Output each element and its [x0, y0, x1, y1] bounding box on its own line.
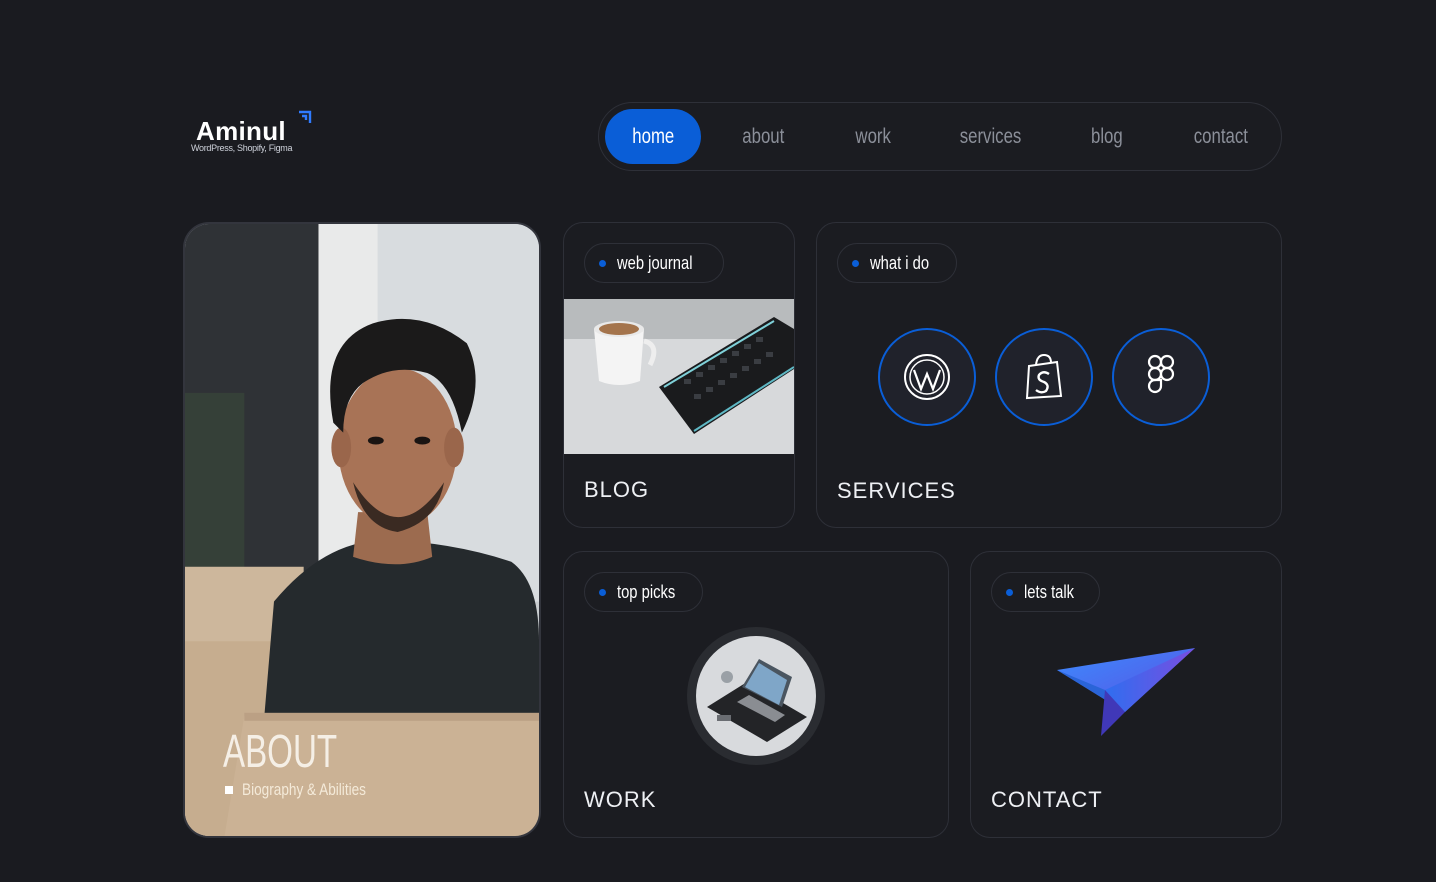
paper-plane-icon [1057, 648, 1195, 736]
shopify-icon [995, 328, 1093, 426]
services-title: SERVICES [837, 478, 956, 503]
work-card[interactable]: top picks WORK [563, 551, 949, 838]
logo-tagline: WordPress, Shopify, Figma [191, 143, 293, 153]
nav-contact[interactable]: contact [1171, 109, 1271, 164]
about-card[interactable]: ABOUT Biography & Abilities [183, 222, 541, 838]
services-card[interactable]: what i do SERVICES [816, 222, 1282, 528]
nav-work[interactable]: work [825, 109, 921, 164]
contact-card[interactable]: lets talk CONTACT [970, 551, 1282, 838]
nav-services[interactable]: services [935, 109, 1047, 164]
nav-blog[interactable]: blog [1059, 109, 1155, 164]
nav-home[interactable]: home [605, 109, 701, 164]
contact-pill: lets talk [991, 572, 1101, 612]
blog-card[interactable]: web journal BLOG [563, 222, 795, 528]
services-pill: what i do [837, 243, 958, 283]
about-title: ABOUT [223, 725, 338, 777]
logo[interactable]: Aminul WordPress, Shopify, Figma [190, 108, 320, 158]
nav-about[interactable]: about [715, 109, 811, 164]
wordpress-icon [878, 328, 976, 426]
blog-pill: web journal [584, 243, 725, 283]
work-title: WORK [584, 787, 657, 812]
main-nav: home about work services blog contact [598, 102, 1282, 171]
blog-title: BLOG [584, 477, 650, 502]
blog-image [564, 299, 794, 454]
work-pill: top picks [584, 572, 704, 612]
about-subtitle: Biography & Abilities [225, 780, 397, 800]
workspace-image [687, 627, 825, 765]
logo-mark-icon [299, 110, 312, 123]
contact-title: CONTACT [991, 787, 1103, 812]
figma-icon [1112, 328, 1210, 426]
